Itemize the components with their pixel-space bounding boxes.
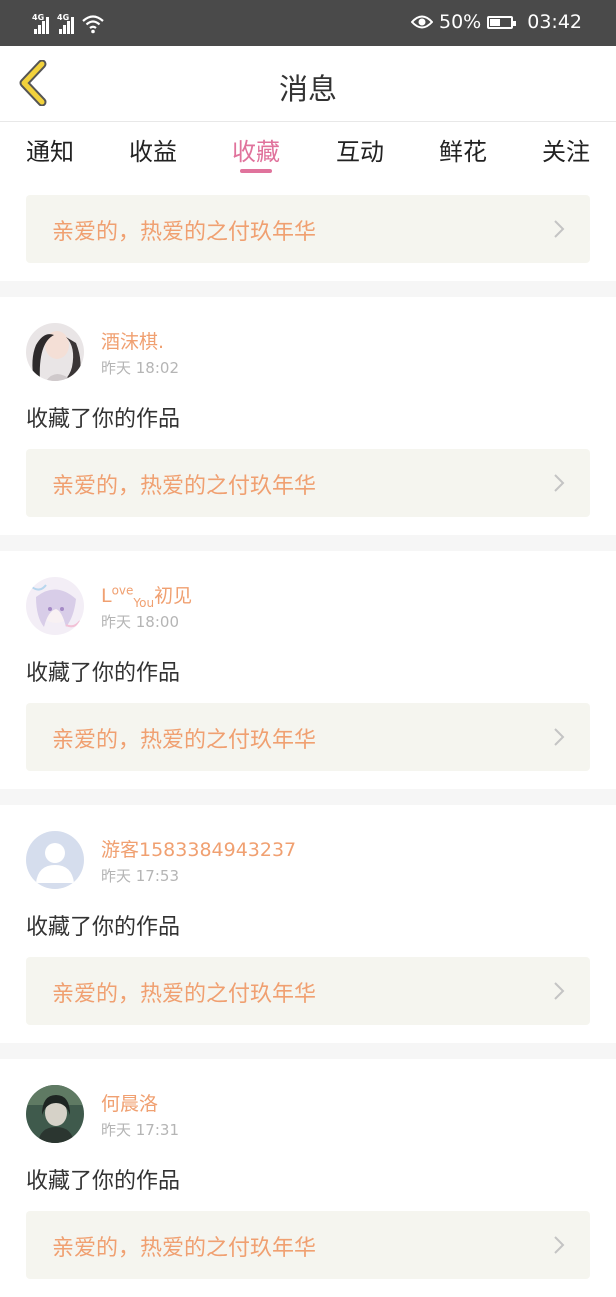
tab-flowers[interactable]: 鲜花 (423, 132, 503, 167)
status-bar: 4G 4G 50% 03:42 (0, 0, 616, 46)
username-part: You (133, 595, 155, 610)
active-tab-indicator (240, 169, 272, 173)
work-card[interactable]: 亲爱的，热爱的之付玖年华 (26, 957, 590, 1025)
username[interactable]: 酒沫棋. (101, 327, 164, 354)
section-divider (0, 789, 616, 805)
work-title: 亲爱的，热爱的之付玖年华 (52, 474, 317, 499)
status-time: 03:42 (527, 11, 582, 33)
work-title: 亲爱的，热爱的之付玖年华 (52, 982, 317, 1007)
work-card[interactable]: 亲爱的，热爱的之付玖年华 (26, 195, 590, 263)
username[interactable]: 游客1583384943237 (101, 835, 296, 862)
work-card[interactable]: 亲爱的，热爱的之付玖年华 (26, 1211, 590, 1279)
username-part: 初见 (154, 585, 193, 607)
timestamp: 昨天 17:31 (101, 1121, 179, 1139)
signal-icon: 4G (32, 13, 49, 34)
work-title: 亲爱的，热爱的之付玖年华 (52, 220, 317, 245)
chevron-right-icon (554, 1236, 565, 1254)
tab-bar: 通知 收益 收藏 互动 鲜花 关注 (0, 122, 616, 180)
header: 消息 (0, 46, 616, 122)
eye-icon (411, 15, 433, 29)
work-title: 亲爱的，热爱的之付玖年华 (52, 1236, 317, 1261)
timestamp: 昨天 17:53 (101, 867, 179, 885)
work-card[interactable]: 亲爱的，热爱的之付玖年华 (26, 703, 590, 771)
battery-percent: 50% (439, 11, 482, 33)
chevron-right-icon (554, 982, 565, 1000)
username-part: L (101, 585, 112, 607)
action-text: 收藏了你的作品 (26, 1169, 181, 1194)
list-item: LoveYou初见 昨天 18:00 收藏了你的作品 亲爱的，热爱的之付玖年华 (0, 551, 616, 789)
action-text: 收藏了你的作品 (26, 407, 181, 432)
section-divider (0, 535, 616, 551)
list-item: 游客1583384943237 昨天 17:53 收藏了你的作品 亲爱的，热爱的… (0, 805, 616, 1043)
user-avatar[interactable] (26, 577, 84, 635)
tab-earnings[interactable]: 收益 (113, 132, 193, 167)
timestamp: 昨天 18:00 (101, 613, 179, 631)
work-title: 亲爱的，热爱的之付玖年华 (52, 728, 317, 753)
username-part: ove (111, 583, 134, 598)
chevron-right-icon (554, 728, 565, 746)
tab-interactions[interactable]: 互动 (320, 132, 400, 167)
list-item: 何晨洛 昨天 17:31 收藏了你的作品 亲爱的，热爱的之付玖年华 (0, 1059, 616, 1297)
battery-icon (487, 15, 517, 29)
chevron-right-icon (554, 220, 565, 238)
wifi-icon (82, 15, 104, 34)
username[interactable]: LoveYou初见 (101, 581, 192, 610)
signal-2-label: 4G (57, 13, 70, 22)
signal-1-label: 4G (32, 13, 45, 22)
tab-follow[interactable]: 关注 (526, 132, 606, 167)
work-card[interactable]: 亲爱的，热爱的之付玖年华 (26, 449, 590, 517)
user-avatar[interactable] (26, 831, 84, 889)
signal-icon: 4G (57, 13, 74, 34)
page-title: 消息 (278, 72, 337, 106)
list-item: 酒沫棋. 昨天 18:02 收藏了你的作品 亲爱的，热爱的之付玖年华 (0, 297, 616, 535)
chevron-right-icon (554, 474, 565, 492)
section-divider (0, 1043, 616, 1059)
tab-favorites[interactable]: 收藏 (216, 132, 296, 167)
section-divider (0, 281, 616, 297)
action-text: 收藏了你的作品 (26, 661, 181, 686)
action-text: 收藏了你的作品 (26, 915, 181, 940)
username[interactable]: 何晨洛 (101, 1089, 158, 1116)
tab-notifications[interactable]: 通知 (10, 132, 90, 167)
battery-fill (490, 18, 501, 26)
user-avatar[interactable] (26, 1085, 84, 1143)
timestamp: 昨天 18:02 (101, 359, 179, 377)
user-avatar[interactable] (26, 323, 84, 381)
